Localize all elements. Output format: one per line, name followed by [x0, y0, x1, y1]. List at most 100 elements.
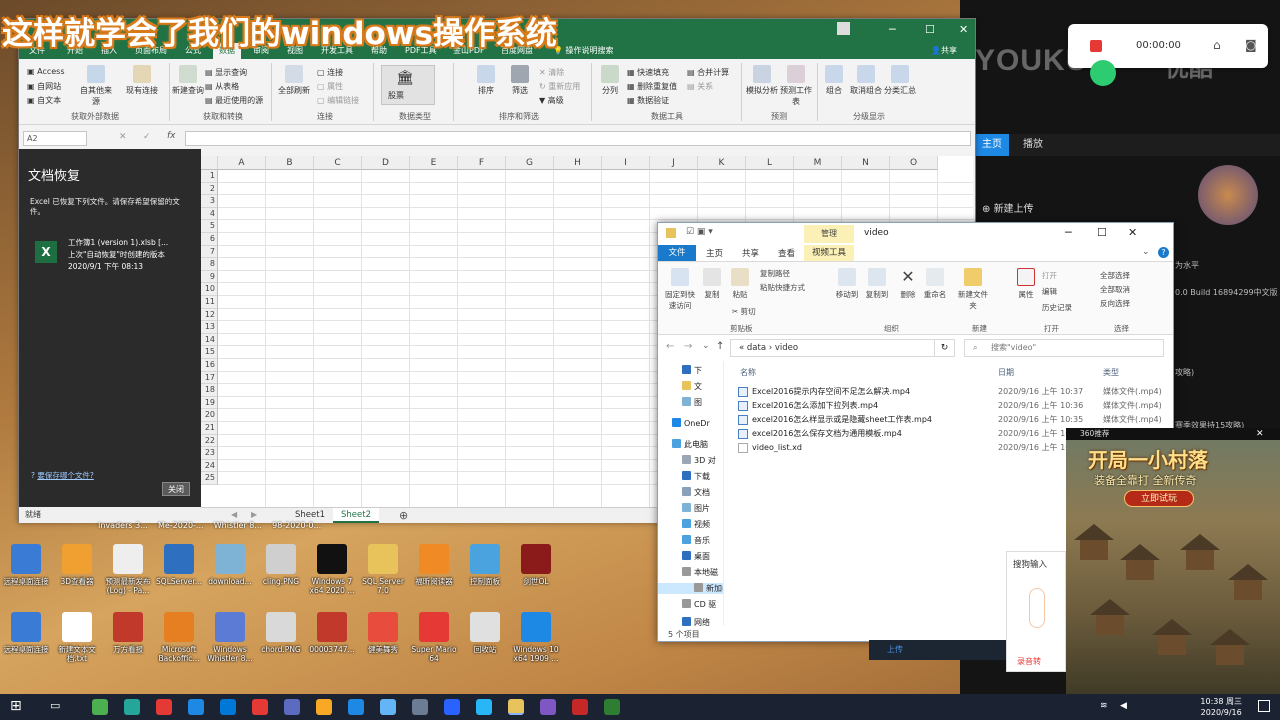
desktop-shortcut[interactable]: cling.PNG [255, 544, 307, 586]
taskbar-app-icon[interactable] [444, 699, 460, 715]
desktop-shortcut[interactable]: 新建文本文档.txt [51, 612, 103, 663]
row-header[interactable]: 3 [201, 195, 218, 208]
desktop-shortcut[interactable]: chord.PNG [255, 612, 307, 654]
taskbar-app-icon[interactable] [540, 699, 556, 715]
close-icon[interactable]: ✕ [1256, 428, 1264, 440]
desktop-shortcut[interactable]: Windows Whistler 8... [204, 612, 256, 663]
file-row[interactable]: Excel2016怎么添加下拉列表.mp4 2020/9/16 上午 10:36 媒… [738, 399, 1168, 413]
reapply-button[interactable]: ↻ 重新应用 [539, 81, 580, 92]
taskbar-clock[interactable]: 10:38 周三 2020/9/16 [1200, 696, 1242, 718]
from-table-button[interactable]: ▤ 从表格 [205, 81, 239, 92]
close-icon[interactable]: ✕ [1128, 226, 1137, 239]
desktop-shortcut[interactable]: 远程桌面连接 [0, 544, 52, 586]
paste-button[interactable]: 粘贴 [728, 268, 752, 300]
remove-duplicates-button[interactable]: ▦ 删除重复值 [627, 81, 677, 92]
row-header[interactable]: 1 [201, 170, 218, 183]
column-header-date[interactable]: 日期 [998, 367, 1014, 378]
taskbar-app-icon[interactable] [604, 699, 620, 715]
forecast-sheet-button[interactable]: 预测工作表 [779, 65, 813, 107]
row-header[interactable]: 14 [201, 333, 218, 347]
back-icon[interactable]: ← [666, 341, 674, 352]
row-header[interactable]: 17 [201, 371, 218, 385]
camera-icon[interactable]: ◙ [1245, 38, 1257, 52]
tab-video-tools[interactable]: 视频工具 [804, 245, 854, 261]
what-if-button[interactable]: 模拟分析 [745, 65, 779, 96]
tab-share[interactable]: 共享 [742, 247, 759, 259]
new-folder-button[interactable]: 新建文件夹 [958, 268, 988, 311]
tab-file[interactable]: 文件 [658, 245, 696, 261]
row-header[interactable]: 16 [201, 359, 218, 372]
desktop-shortcut[interactable]: Microsoft Backoffic... [153, 612, 205, 663]
nav-item[interactable]: 图片 [682, 503, 710, 514]
invert-selection-button[interactable]: 反向选择 [1100, 298, 1130, 309]
move-to-button[interactable]: 移动到 [830, 268, 864, 300]
function-icon[interactable]: fx [167, 131, 176, 141]
nav-item[interactable]: 音乐 [682, 535, 710, 546]
scroll-right-icon[interactable]: ▶ [251, 510, 257, 519]
taskbar-app-icon[interactable] [380, 699, 396, 715]
desktop-shortcut[interactable]: 控制面板 [459, 544, 511, 586]
tab-home[interactable]: 主页 [706, 247, 723, 259]
select-all-corner[interactable] [201, 156, 218, 170]
add-sheet-icon[interactable]: ⊕ [399, 509, 408, 522]
row-header[interactable]: 19 [201, 396, 218, 410]
row-header[interactable]: 18 [201, 384, 218, 397]
text-to-columns-button[interactable]: 分列 [593, 65, 627, 96]
taskbar-app-icon[interactable] [476, 699, 492, 715]
microphone-icon[interactable] [1029, 588, 1045, 628]
advanced-button[interactable]: ▼ 高级 [539, 95, 564, 106]
recent-locations-icon[interactable]: ⌄ [702, 341, 710, 351]
desktop-shortcut[interactable]: Windows 10 x64 1909 ... [510, 612, 562, 663]
nav-item[interactable]: 文 [682, 381, 702, 392]
wifi-icon[interactable]: ≋ [1100, 701, 1108, 711]
volume-icon[interactable]: ◀ [1120, 701, 1127, 711]
connections-button[interactable]: ▢ 连接 [317, 67, 343, 78]
taskbar-app-icon[interactable] [284, 699, 300, 715]
row-header[interactable]: 22 [201, 434, 218, 448]
desktop-shortcut[interactable]: SQL Server 7.0 [357, 544, 409, 595]
row-header[interactable]: 20 [201, 409, 218, 422]
column-header[interactable]: J [650, 156, 698, 170]
filter-button[interactable]: 筛选 [503, 65, 537, 96]
desktop-shortcut[interactable]: 远程桌面连接 [0, 612, 52, 654]
close-icon[interactable]: ✕ [959, 23, 968, 36]
copy-to-button[interactable]: 复制到 [860, 268, 894, 300]
recovered-file-item[interactable]: 工作簿1 (version 1).xlsb [... 上次"自动恢复"时创建的版… [68, 237, 168, 273]
edit-button[interactable]: 编辑 [1042, 286, 1057, 297]
column-header[interactable]: B [266, 156, 314, 170]
avatar[interactable] [837, 22, 850, 35]
nav-item[interactable]: CD 驱 [682, 599, 716, 610]
desktop-shortcut[interactable]: 00003747... [306, 612, 358, 654]
column-header[interactable]: K [698, 156, 746, 170]
nav-item[interactable]: 视频 [682, 519, 710, 530]
show-queries-button[interactable]: ▤ 显示查询 [205, 67, 247, 78]
column-header[interactable]: G [506, 156, 554, 170]
refresh-icon[interactable]: ↻ [934, 339, 955, 357]
paste-shortcut-button[interactable]: 粘贴快捷方式 [760, 282, 805, 293]
column-header[interactable]: D [362, 156, 410, 170]
formula-input[interactable] [185, 131, 971, 146]
consolidate-button[interactable]: ▤ 合并计算 [687, 67, 729, 78]
subtotal-button[interactable]: 分类汇总 [883, 65, 917, 96]
play-now-button[interactable]: 立即试玩 [1124, 490, 1194, 507]
nav-item[interactable]: 下 [682, 365, 702, 376]
desktop-shortcut[interactable]: 福昕阅读器 [408, 544, 460, 586]
new-query-button[interactable]: 新建查询 [171, 65, 205, 96]
row-header[interactable]: 11 [201, 296, 218, 309]
row-header[interactable]: 23 [201, 447, 218, 460]
quick-access-toolbar-icon[interactable]: ☑ ▣ ▾ [686, 227, 713, 237]
nav-item[interactable]: 下载 [682, 471, 710, 482]
task-view-icon[interactable]: ▭ [50, 699, 60, 712]
column-header[interactable]: L [746, 156, 794, 170]
row-header[interactable]: 21 [201, 422, 218, 435]
file-row[interactable]: Excel2016提示内存空间不足怎么解决.mp4 2020/9/16 上午 10… [738, 385, 1168, 399]
sheet-tab-sheet2[interactable]: Sheet2 [333, 508, 379, 523]
file-row[interactable]: excel2016怎么样显示或是隐藏sheet工作表.mp4 2020/9/16 … [738, 413, 1168, 427]
minimize-icon[interactable]: ─ [889, 23, 896, 36]
row-header[interactable]: 4 [201, 207, 218, 221]
column-header-type[interactable]: 类型 [1103, 367, 1119, 378]
desktop-shortcut[interactable]: 剑世OL [510, 544, 562, 586]
maximize-icon[interactable]: ☐ [1097, 226, 1107, 239]
nav-item[interactable]: 图 [682, 397, 702, 408]
from-text-button[interactable]: ▣ 自文本 [27, 95, 61, 106]
